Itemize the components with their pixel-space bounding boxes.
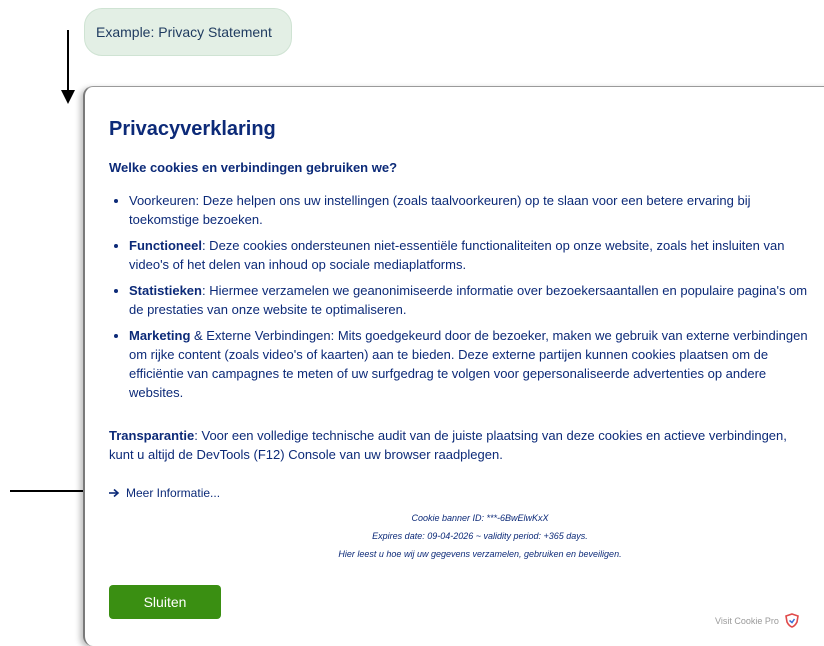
expires-date: Expires date: 09-04-2026 ~ validity peri…: [372, 531, 588, 541]
list-item-preferences: Voorkeuren: Deze helpen ons uw instellin…: [129, 191, 819, 229]
cookie-pro-shield-icon: [784, 613, 799, 628]
list-item-term: Statistieken: [129, 283, 202, 298]
list-item-term: Functioneel: [129, 238, 202, 253]
visit-link-label: Visit Cookie Pro: [715, 615, 779, 626]
list-item-marketing: Marketing & Externe Verbindingen: Mits g…: [129, 326, 819, 402]
more-info-label: Meer Informatie...: [126, 486, 221, 500]
example-label: Example: Privacy Statement: [84, 8, 292, 56]
list-item-statistics: Statistieken: Hiermee verzamelen we gean…: [129, 281, 819, 319]
example-label-text: Example: Privacy Statement: [96, 24, 272, 40]
dialog-title: Privacyverklaring: [109, 118, 276, 140]
cookie-banner-id: Cookie banner ID: ***-6BwElwKxX: [411, 513, 549, 523]
list-item-text: : Hiermee verzamelen we geanonimiseerde …: [129, 283, 808, 317]
arrow-right-small-icon: [109, 488, 120, 498]
list-item-text: Voorkeuren: Deze helpen ons uw instellin…: [129, 193, 751, 227]
arrow-down-icon: [61, 30, 75, 104]
close-button[interactable]: Sluiten: [109, 585, 221, 619]
list-item-text: & Externe Verbindingen: Mits goedgekeurd…: [129, 328, 808, 400]
list-item-functional: Functioneel: Deze cookies ondersteunen n…: [129, 236, 819, 274]
cookie-category-list: Voorkeuren: Deze helpen ons uw instellin…: [109, 191, 819, 409]
list-item-term: Marketing: [129, 328, 191, 343]
privacy-note: Hier leest u hoe wij uw gegevens verzame…: [338, 549, 622, 559]
transparency-text: : Voor een volledige technische audit va…: [109, 428, 787, 462]
privacy-dialog: Privacyverklaring Welke cookies en verbi…: [83, 86, 824, 646]
dialog-subtitle: Welke cookies en verbindingen gebruiken …: [109, 160, 398, 175]
transparency-term: Transparantie: [109, 428, 195, 443]
more-info-link[interactable]: Meer Informatie...: [109, 486, 220, 500]
transparency-paragraph: Transparantie: Voor een volledige techni…: [109, 426, 809, 464]
list-item-text: : Deze cookies ondersteunen niet-essenti…: [129, 238, 785, 272]
visit-cookie-pro-link[interactable]: Visit Cookie Pro: [715, 613, 799, 628]
